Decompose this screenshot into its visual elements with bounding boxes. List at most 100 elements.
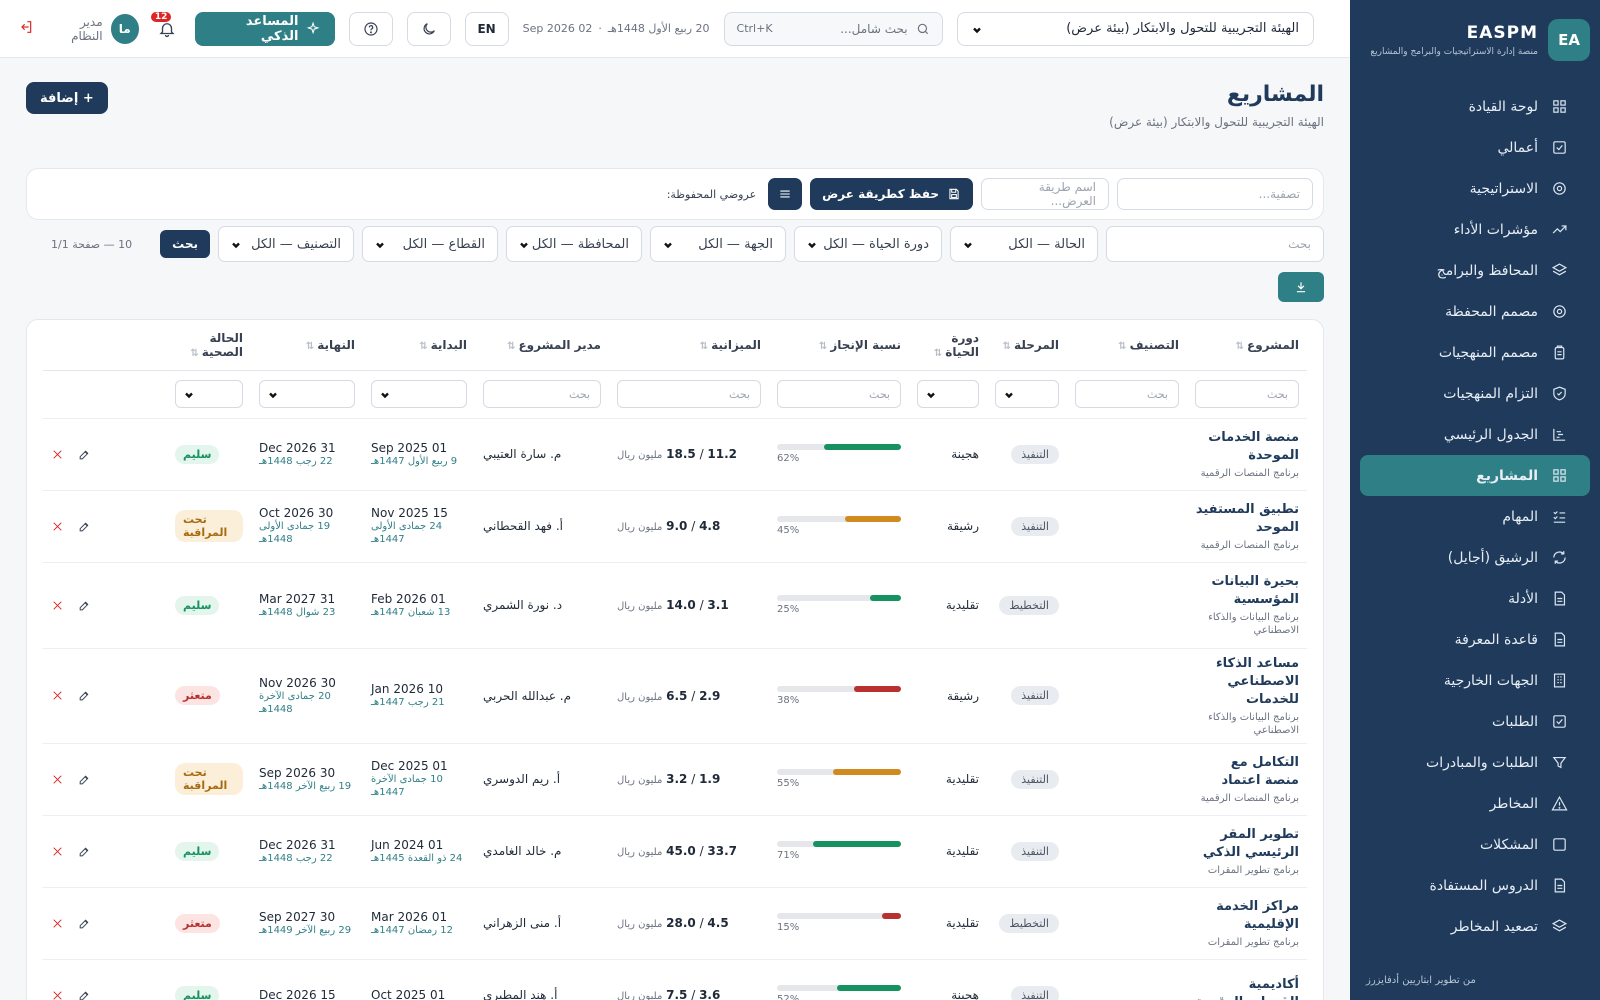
table-row[interactable]: تطوير المقر الرئيسي الذكي برنامج تطوير ال… [43, 814, 1307, 887]
sidebar-item[interactable]: الرشيق (أجايل) [1360, 537, 1590, 578]
sort-icon: ⇅ [190, 347, 199, 359]
sidebar-item[interactable]: تصعيد المخاطر [1360, 906, 1590, 947]
add-button[interactable]: + إضافة [26, 82, 108, 114]
column-header[interactable]: نسبة الإنجاز⇅ [769, 320, 909, 371]
column-header[interactable]: الحالة الصحية⇅ [167, 320, 251, 371]
table-row[interactable]: التكامل مع منصة اعتماد برنامج المنصات الر… [43, 742, 1307, 815]
column-header[interactable]: الميزانية⇅ [609, 320, 769, 371]
sidebar-item[interactable]: الأدلة [1360, 578, 1590, 619]
column-filter-select[interactable] [175, 380, 243, 408]
logout-button[interactable] [18, 19, 34, 39]
delete-icon[interactable] [51, 773, 64, 786]
sidebar-item[interactable]: مصمم المحفظة [1360, 291, 1590, 332]
sidebar-item[interactable]: الجدول الرئيسي [1360, 414, 1590, 455]
sidebar-item[interactable]: المشاريع [1360, 455, 1590, 496]
theme-toggle-button[interactable] [406, 11, 451, 46]
edit-icon[interactable] [78, 845, 91, 858]
delete-icon[interactable] [51, 689, 64, 702]
sidebar-item[interactable]: المشكلات [1360, 824, 1590, 865]
sidebar-item[interactable]: الدروس المستفادة [1360, 865, 1590, 906]
filter-select[interactable]: الحالة — الكل [950, 226, 1098, 262]
filter-select[interactable]: التصنيف — الكل [218, 226, 354, 262]
saved-views-menu-button[interactable] [768, 178, 803, 210]
column-header[interactable]: البداية⇅ [363, 320, 475, 371]
column-filter-input[interactable]: بحث [1195, 380, 1299, 408]
sidebar-item[interactable]: لوحة القيادة [1360, 86, 1590, 127]
edit-icon[interactable] [78, 689, 91, 702]
page-header: المشاريع الهيئة التجريبية للتحول والابتك… [26, 82, 1324, 168]
filter-select[interactable]: المحافظة — الكل [506, 226, 642, 262]
table-row[interactable]: مراكز الخدمة الإقليمية برنامج تطوير المقر… [43, 886, 1307, 959]
column-header[interactable]: النهاية⇅ [251, 320, 363, 371]
filter-select[interactable]: دورة الحياة — الكل [794, 226, 942, 262]
column-filter-select[interactable] [995, 380, 1059, 408]
search-button[interactable]: بحث [160, 230, 210, 258]
project-name[interactable]: منصة الخدمات الموحدة [1195, 429, 1299, 465]
trend-icon [1550, 221, 1568, 239]
delete-icon[interactable] [51, 448, 64, 461]
table-row[interactable]: منصة الخدمات الموحدة برنامج المنصات الرقم… [43, 417, 1307, 490]
table-row[interactable]: تطبيق المستفيد الموحد برنامج المنصات الرق… [43, 489, 1307, 562]
view-name-input[interactable]: اسم طريقة العرض... [981, 178, 1109, 210]
project-name[interactable]: مراكز الخدمة الإقليمية [1195, 898, 1299, 934]
project-name[interactable]: أكاديمية القدرات الرقمية [1195, 976, 1299, 1000]
download-button[interactable] [1278, 272, 1324, 302]
sidebar-item[interactable]: المهام [1360, 496, 1590, 537]
edit-icon[interactable] [78, 448, 91, 461]
sidebar-item[interactable]: قاعدة المعرفة [1360, 619, 1590, 660]
filter-select[interactable]: الجهة — الكل [650, 226, 786, 262]
table-row[interactable]: بحيرة البيانات المؤسسية برنامج البيانات و… [43, 561, 1307, 648]
language-button[interactable]: EN [464, 11, 509, 46]
project-name[interactable]: مساعد الذكاء الاصطناعي للخدمات [1195, 655, 1299, 709]
filter-select[interactable]: القطاع — الكل [362, 226, 498, 262]
project-name[interactable]: تطبيق المستفيد الموحد [1195, 501, 1299, 537]
table-row[interactable]: مساعد الذكاء الاصطناعي للخدمات برنامج الب… [43, 647, 1307, 743]
sidebar-item[interactable]: الاستراتيجية [1360, 168, 1590, 209]
column-header[interactable]: التصنيف⇅ [1067, 320, 1187, 371]
column-header[interactable]: المشروع⇅ [1187, 320, 1307, 371]
edit-icon[interactable] [78, 917, 91, 930]
sidebar-item[interactable]: الطلبات والمبادرات [1360, 742, 1590, 783]
sidebar-item[interactable]: الجهات الخارجية [1360, 660, 1590, 701]
delete-icon[interactable] [51, 845, 64, 858]
project-name[interactable]: تطوير المقر الرئيسي الذكي [1195, 826, 1299, 862]
table-row[interactable]: أكاديمية القدرات الرقمية التنفيذ هجينة 52% 3… [43, 958, 1307, 1000]
edit-icon[interactable] [78, 773, 91, 786]
column-filter-input[interactable]: بحث [617, 380, 761, 408]
help-button[interactable] [348, 11, 393, 46]
delete-icon[interactable] [51, 917, 64, 930]
column-filter-input[interactable]: بحث [1075, 380, 1179, 408]
search-field[interactable]: بحث [1106, 226, 1324, 262]
sidebar-item[interactable]: الطلبات [1360, 701, 1590, 742]
lifecycle: رشيقة [947, 688, 979, 703]
notifications-button[interactable]: 12 [150, 11, 181, 44]
delete-icon[interactable] [51, 989, 64, 1000]
sidebar-item[interactable]: المحافظ والبرامج [1360, 250, 1590, 291]
column-header[interactable]: المرحلة⇅ [987, 320, 1067, 371]
edit-icon[interactable] [78, 599, 91, 612]
ai-assistant-button[interactable]: المساعد الذكي [195, 11, 335, 46]
save-view-button[interactable]: حفظ كطريقة عرض [810, 178, 973, 210]
sidebar-item[interactable]: مصمم المنهجيات [1360, 332, 1590, 373]
edit-icon[interactable] [78, 520, 91, 533]
sidebar-item[interactable]: مؤشرات الأداء [1360, 209, 1590, 250]
filter-input[interactable]: تصفية... [1117, 178, 1313, 210]
org-select[interactable]: الهيئة التجريبية للتحول والابتكار (بيئة … [956, 11, 1314, 46]
sidebar-item[interactable]: التزام المنهجيات [1360, 373, 1590, 414]
column-header[interactable]: مدير المشروع⇅ [475, 320, 609, 371]
column-header[interactable]: دورة الحياة⇅ [909, 320, 987, 371]
project-name[interactable]: بحيرة البيانات المؤسسية [1195, 573, 1299, 609]
delete-icon[interactable] [51, 520, 64, 533]
user-menu[interactable]: ما مدير النظام [48, 13, 139, 44]
column-filter-select[interactable] [917, 380, 979, 408]
delete-icon[interactable] [51, 599, 64, 612]
sidebar-item[interactable]: المخاطر [1360, 783, 1590, 824]
column-filter-select[interactable] [259, 380, 355, 408]
project-name[interactable]: التكامل مع منصة اعتماد [1195, 754, 1300, 790]
edit-icon[interactable] [78, 989, 91, 1000]
column-filter-input[interactable]: بحث [777, 380, 901, 408]
sidebar-item[interactable]: أعمالي [1360, 127, 1590, 168]
global-search[interactable]: بحث شامل... Ctrl+K [723, 11, 943, 46]
column-filter-select[interactable] [371, 380, 467, 408]
column-filter-input[interactable]: بحث [483, 380, 601, 408]
